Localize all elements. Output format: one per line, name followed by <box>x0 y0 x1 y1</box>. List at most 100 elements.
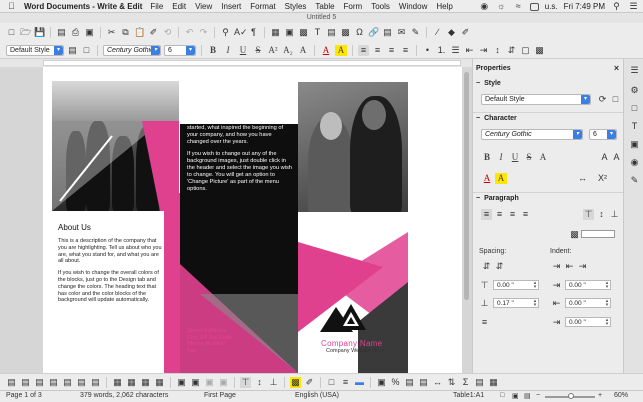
page-style[interactable]: First Page <box>204 392 236 399</box>
print-preview-icon[interactable]: ▣ <box>84 27 95 38</box>
indent-first-line-input[interactable]: 0.00 " ▴ ▾ <box>565 317 611 327</box>
menu-insert[interactable]: Insert <box>221 2 241 11</box>
font-color-icon[interactable]: A <box>481 173 493 184</box>
formatting-marks-icon[interactable]: ¶ <box>248 27 259 38</box>
align-bottom-icon[interactable]: ⊥ <box>268 377 279 388</box>
insert-caption-icon[interactable]: ▤ <box>474 377 485 388</box>
decrease-indent-icon[interactable]: ⇤ <box>564 261 575 272</box>
view-book-icon[interactable]: ▤ <box>524 392 531 400</box>
table-properties-icon[interactable]: ▦ <box>488 377 499 388</box>
input-locale[interactable]: u.s. <box>545 2 558 11</box>
decrease-spacing-icon[interactable]: ⇵ <box>494 261 505 272</box>
background-color-icon[interactable]: ▩ <box>534 45 545 56</box>
middle-column-text[interactable]: started, what inspired the beginning of … <box>187 125 295 198</box>
increase-indent-icon[interactable]: ⇥ <box>551 261 562 272</box>
sidebar-style-select[interactable]: Default Style ▾ <box>481 94 591 105</box>
insert-table-icon[interactable]: ▦ <box>270 27 281 38</box>
special-character-icon[interactable]: Ω <box>354 27 365 38</box>
paragraph-style-select[interactable]: Default Style ▾ <box>6 44 64 56</box>
chevron-down-icon[interactable]: ▾ <box>186 45 195 55</box>
shadow-icon[interactable]: A <box>297 45 309 56</box>
align-bottom-icon[interactable]: ⊥ <box>609 209 620 220</box>
menu-tools[interactable]: Tools <box>371 2 390 11</box>
chevron-down-icon[interactable]: ▾ <box>54 45 63 55</box>
page-icon[interactable]: □ <box>629 103 640 114</box>
paragraph-background-icon[interactable]: ▩ <box>569 229 580 240</box>
word-count[interactable]: 379 words, 2,062 characters <box>80 392 168 399</box>
justify-icon[interactable]: ≡ <box>520 209 531 220</box>
apple-icon[interactable]:  <box>8 1 18 11</box>
justify-icon[interactable]: ≡ <box>400 45 411 56</box>
menu-icon[interactable]: ☰ <box>629 65 640 76</box>
stepper-arrows-icon[interactable]: ▴ ▾ <box>604 318 610 327</box>
align-center-icon[interactable]: ≡ <box>372 45 383 56</box>
find-replace-icon[interactable]: ⚲ <box>220 27 231 38</box>
font-name-select[interactable]: Century Gothic ▾ <box>103 44 161 56</box>
merge-cells-icon[interactable]: ▣ <box>176 377 187 388</box>
insert-rows-below-icon[interactable]: ▤ <box>20 377 31 388</box>
spacing-below-input[interactable]: 0.17 " ▴ ▾ <box>493 298 539 308</box>
search-icon[interactable]: ⚲ <box>611 1 622 12</box>
about-heading[interactable]: About Us <box>58 223 91 232</box>
shadow-icon[interactable]: A <box>537 152 549 163</box>
collapse-icon[interactable]: − <box>476 115 480 122</box>
character-section-header[interactable]: − Character <box>473 112 624 124</box>
menu-clock[interactable]: Fri 7:49 PM <box>564 2 605 11</box>
sum-icon[interactable]: Σ <box>460 377 471 388</box>
cut-icon[interactable]: ✂ <box>106 27 117 38</box>
select-column-icon[interactable]: ▦ <box>140 377 151 388</box>
line-spacing-icon[interactable]: ≡ <box>479 317 490 328</box>
page-count[interactable]: Page 1 of 3 <box>6 392 42 399</box>
strikethrough-icon[interactable]: S <box>252 45 264 56</box>
underline-icon[interactable]: U <box>509 152 521 163</box>
optimize-size-icon[interactable]: ↔ <box>432 377 443 388</box>
vertical-scrollbar-thumb[interactable] <box>464 72 469 300</box>
open-folder-icon[interactable]: 🗁 <box>20 27 31 38</box>
select-table-icon[interactable]: ▦ <box>112 377 123 388</box>
align-left-icon[interactable]: ≡ <box>358 44 369 56</box>
borders-icon[interactable]: □ <box>326 377 337 388</box>
insert-field-icon[interactable]: ▩ <box>340 27 351 38</box>
menu-help[interactable]: Help <box>436 2 452 11</box>
font-color-icon[interactable]: A <box>320 45 332 56</box>
table-cell-background-icon[interactable]: ▩ <box>290 376 301 388</box>
background-color-swatch[interactable] <box>581 230 615 238</box>
sidebar-font-select[interactable]: Century Gothic ▾ <box>481 129 583 140</box>
horizontal-ruler[interactable] <box>0 59 472 67</box>
copy-icon[interactable]: ⧉ <box>120 27 131 38</box>
menu-edit[interactable]: Edit <box>172 2 186 11</box>
increase-font-icon[interactable]: A <box>599 152 610 163</box>
stepper-arrows-icon[interactable]: ▴ ▾ <box>532 299 538 308</box>
center-vertically-icon[interactable]: ↕ <box>254 377 265 388</box>
paragraph-section-header[interactable]: − Paragraph <box>473 192 624 204</box>
insert-columns-after-icon[interactable]: ▤ <box>48 377 59 388</box>
delete-rows-icon[interactable]: ▤ <box>62 377 73 388</box>
highlight-color-icon[interactable]: A <box>495 173 507 184</box>
new-style-icon[interactable]: □ <box>610 94 621 105</box>
shield-icon[interactable]: ◉ <box>479 1 490 12</box>
export-pdf-icon[interactable]: ▤ <box>56 27 67 38</box>
insert-textbox-icon[interactable]: T <box>312 27 323 38</box>
bold-icon[interactable]: B <box>207 45 219 56</box>
align-right-icon[interactable]: ≡ <box>507 209 518 220</box>
navigator-icon[interactable]: ◉ <box>629 157 640 168</box>
currency-format-icon[interactable]: ▤ <box>418 377 429 388</box>
insert-page-break-icon[interactable]: ▤ <box>326 27 337 38</box>
autoformat-styles-icon[interactable]: ✐ <box>304 377 315 388</box>
zoom-in-icon[interactable]: + <box>598 392 602 399</box>
bullet-list-icon[interactable]: • <box>422 45 433 56</box>
underline-icon[interactable]: U <box>237 45 249 56</box>
increase-spacing-icon[interactable]: ⇵ <box>481 261 492 272</box>
new-style-icon[interactable]: □ <box>81 45 92 56</box>
align-center-icon[interactable]: ≡ <box>494 209 505 220</box>
battery-icon[interactable] <box>529 2 539 11</box>
basic-shapes-icon[interactable]: ◆ <box>446 27 457 38</box>
line-spacing-icon[interactable]: ↕ <box>492 45 503 56</box>
delete-columns-icon[interactable]: ▤ <box>76 377 87 388</box>
style-section-header[interactable]: − Style <box>473 77 624 89</box>
subscript-icon[interactable]: A₂ <box>282 45 294 56</box>
merge-table-icon[interactable]: ▣ <box>218 377 229 388</box>
insert-rows-above-icon[interactable]: ▤ <box>6 377 17 388</box>
close-icon[interactable]: × <box>611 63 622 74</box>
properties-icon[interactable]: ⚙ <box>629 85 640 96</box>
